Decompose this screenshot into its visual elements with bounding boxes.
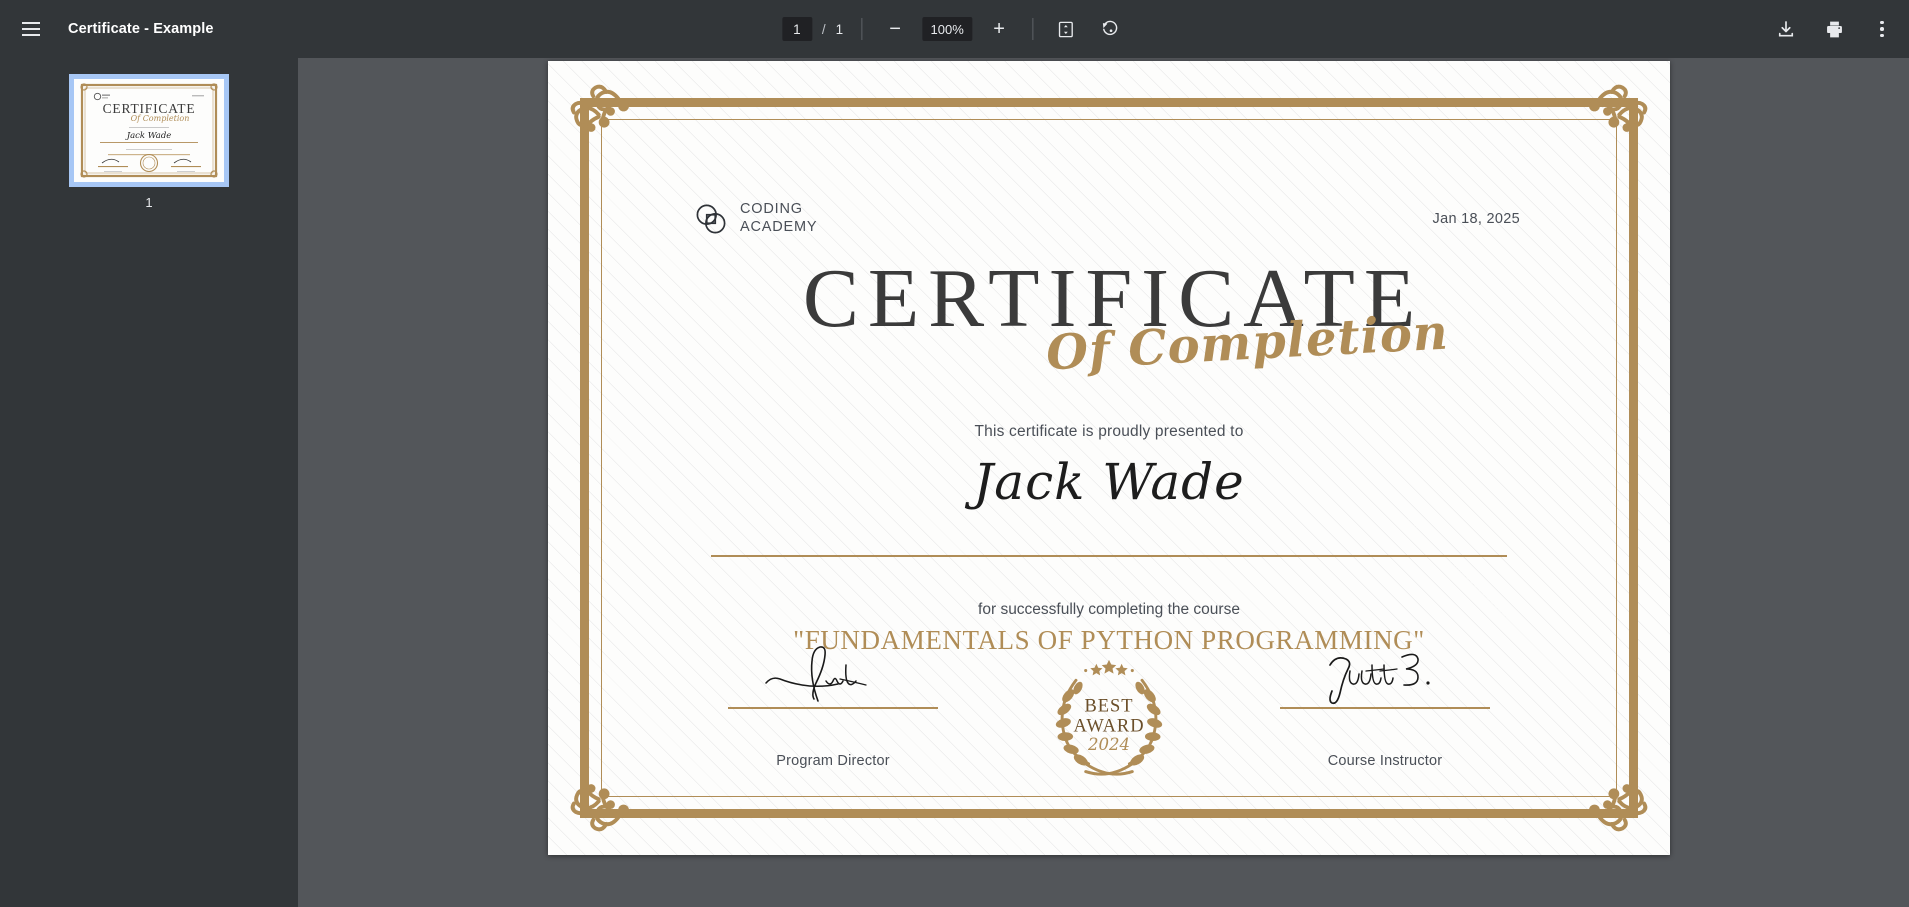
more-options-button[interactable] <box>1865 12 1899 46</box>
hamburger-menu-glyph <box>22 22 40 36</box>
best-award-seal: BEST AWARD 2024 <box>1055 659 1163 776</box>
signature-label-course-instructor: Course Instructor <box>1327 753 1443 769</box>
signature-label-program-director: Program Director <box>776 753 890 769</box>
signature-block-program-director: Program Director <box>728 643 938 769</box>
academy-name-line2: ACADEMY <box>740 218 818 235</box>
handwritten-signature-icon <box>765 645 867 702</box>
recipient-name-rule <box>711 555 1507 557</box>
toolbar-center-group: / 1 − 100% + <box>781 0 1127 58</box>
fit-to-page-button[interactable] <box>1049 12 1083 46</box>
pdf-page-viewer[interactable]: CODING ACADEMY Jan 18, 2025 CERTIFICATE … <box>298 58 1909 907</box>
signature-rule-right <box>1280 706 1490 709</box>
toolbar-right-group <box>1769 0 1899 58</box>
print-icon <box>1826 21 1842 37</box>
svg-text:Jack Wade: Jack Wade <box>125 131 172 141</box>
document-title: Certificate - Example <box>68 21 214 37</box>
total-pages-label: 1 <box>835 21 844 37</box>
for-course-text: for successfully completing the course <box>978 601 1240 618</box>
pdf-viewer-toolbar: Certificate - Example / 1 − 100% + <box>0 0 1909 58</box>
zoom-in-icon: + <box>993 18 1005 40</box>
certificate-title-block: CERTIFICATE Of Completion <box>548 257 1670 382</box>
certificate-date: Jan 18, 2025 <box>1432 211 1520 227</box>
thumbnail-item-1[interactable]: CERTIFICATE Of Completion Jack Wade 1 <box>69 74 229 210</box>
thumbnail-certificate-render: CERTIFICATE Of Completion Jack Wade <box>74 79 224 182</box>
svg-text:Of Completion: Of Completion <box>131 114 190 123</box>
thumbnail-frame: CERTIFICATE Of Completion Jack Wade <box>69 74 229 187</box>
zoom-out-icon: − <box>889 18 901 40</box>
zoom-level-display[interactable]: 100% <box>922 17 973 41</box>
handwritten-signature-icon <box>1329 653 1430 704</box>
academy-logo-text: CODING ACADEMY <box>740 201 817 236</box>
thumbnail-page-label: 1 <box>145 195 153 210</box>
more-options-icon <box>1880 20 1884 38</box>
toolbar-divider-2 <box>1032 18 1034 40</box>
signature-rule-left <box>728 706 938 709</box>
thumbnail-preview: CERTIFICATE Of Completion Jack Wade <box>74 79 224 182</box>
download-button[interactable] <box>1769 12 1803 46</box>
zoom-out-button[interactable]: − <box>878 12 912 46</box>
print-button[interactable] <box>1817 12 1851 46</box>
recipient-name: Jack Wade <box>973 453 1245 511</box>
certificate-page: CODING ACADEMY Jan 18, 2025 CERTIFICATE … <box>548 61 1670 855</box>
interlocking-circles-logo-icon <box>696 204 726 234</box>
toolbar-divider-1 <box>861 18 863 40</box>
zoom-in-button[interactable]: + <box>982 12 1016 46</box>
course-title: "FUNDAMENTALS OF PYTHON PROGRAMMING" <box>793 625 1425 655</box>
toolbar-left-group: Certificate - Example <box>0 12 214 46</box>
seal-line2: AWARD <box>1074 716 1145 736</box>
page-separator: / <box>821 21 826 37</box>
seal-year: 2024 <box>1087 735 1130 754</box>
rotate-button[interactable] <box>1093 12 1127 46</box>
fit-to-page-icon <box>1059 21 1074 37</box>
academy-name-line1: CODING <box>740 201 803 217</box>
signature-image-right <box>1280 643 1490 705</box>
academy-logo: CODING ACADEMY <box>694 201 817 236</box>
signature-block-course-instructor: Course Instructor <box>1280 643 1490 769</box>
download-icon <box>1778 21 1794 37</box>
signature-image-left <box>728 643 938 705</box>
page-number-input[interactable] <box>781 17 812 41</box>
presented-to-text: This certificate is proudly presented to <box>974 423 1244 440</box>
hamburger-menu-icon[interactable] <box>14 12 48 46</box>
seal-stars <box>1084 659 1134 676</box>
thumbnail-sidebar: CERTIFICATE Of Completion Jack Wade 1 <box>0 58 298 907</box>
rotate-clockwise-icon <box>1103 20 1118 35</box>
seal-line1: BEST <box>1085 695 1134 715</box>
certificate-content: CODING ACADEMY Jan 18, 2025 CERTIFICATE … <box>548 61 1670 855</box>
